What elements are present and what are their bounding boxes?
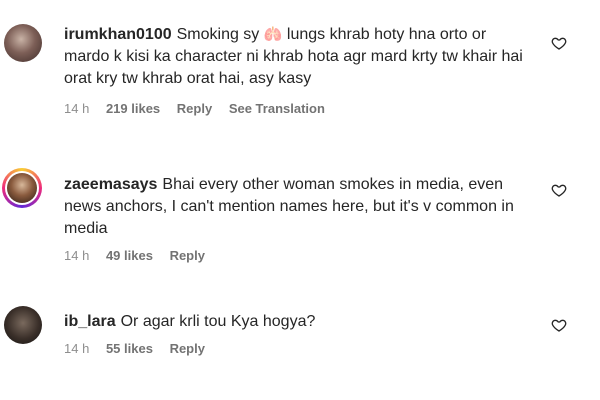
comment-time: 14 h	[64, 341, 90, 356]
heart-outline-icon[interactable]	[551, 317, 567, 333]
comment-body: Or agar krli tou Kya hogya?	[120, 313, 316, 330]
comment-meta: 14 h 219 likes Reply See Translation	[64, 101, 338, 116]
comment-text: zaeemasays Bhai every other woman smokes …	[64, 174, 534, 240]
heart-outline-icon[interactable]	[551, 182, 567, 198]
comment-username[interactable]: irumkhan0100	[64, 26, 172, 43]
avatar[interactable]	[4, 306, 42, 344]
comment-time: 14 h	[64, 248, 90, 263]
comment-text: irumkhan0100 Smoking sy 🫁 lungs khrab hot…	[64, 24, 534, 90]
comment-meta: 14 h 55 likes Reply	[64, 341, 218, 356]
avatar-story-ring[interactable]	[2, 168, 42, 208]
comment-username[interactable]: ib_lara	[64, 313, 116, 330]
like-count[interactable]: 219 likes	[106, 101, 160, 116]
comment-body-start: Smoking sy	[176, 26, 260, 43]
reply-button[interactable]: Reply	[177, 101, 212, 116]
comment-meta: 14 h 49 likes Reply	[64, 248, 218, 263]
heart-outline-icon[interactable]	[551, 35, 567, 51]
reply-button[interactable]: Reply	[170, 341, 205, 356]
comment-time: 14 h	[64, 101, 90, 116]
reply-button[interactable]: Reply	[170, 248, 205, 263]
like-count[interactable]: 55 likes	[106, 341, 153, 356]
comment-text: ib_lara Or agar krli tou Kya hogya?	[64, 311, 534, 333]
lungs-emoji: 🫁	[263, 26, 283, 43]
like-count[interactable]: 49 likes	[106, 248, 153, 263]
avatar	[7, 173, 37, 203]
avatar[interactable]	[4, 24, 42, 62]
see-translation-button[interactable]: See Translation	[229, 101, 325, 116]
comment-username[interactable]: zaeemasays	[64, 176, 157, 193]
